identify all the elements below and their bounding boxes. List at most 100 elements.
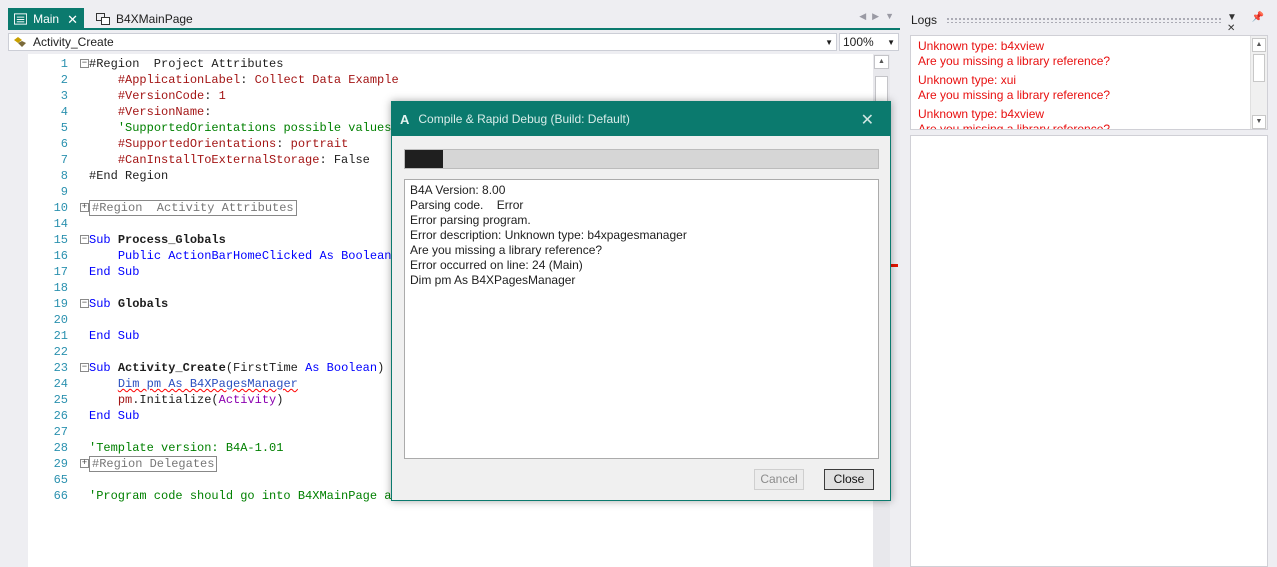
line-number: 19 [53, 297, 68, 311]
panel-splitter[interactable] [900, 0, 906, 567]
b4a-logo-icon: A [400, 111, 410, 127]
line-number: 6 [60, 137, 68, 151]
cancel-button[interactable]: Cancel [754, 469, 804, 490]
output-line: Dim pm As B4XPagesManager [410, 273, 576, 287]
logs-list[interactable]: Unknown type: b4xview Are you missing a l… [910, 35, 1268, 130]
code-text: #Region Activity Attributes [89, 200, 297, 216]
scroll-up-icon[interactable]: ▲ [874, 55, 889, 69]
code-token: Sub [89, 361, 118, 375]
code-line[interactable]: 1 − #Region Project Attributes [28, 56, 873, 72]
close-button[interactable]: Close [824, 469, 874, 490]
dialog-titlebar[interactable]: A Compile & Rapid Debug (Build: Default)… [392, 102, 890, 136]
sub-icon [14, 37, 26, 47]
line-number: 8 [60, 169, 68, 183]
error-marker[interactable] [890, 264, 898, 267]
code-token: : [240, 73, 255, 87]
code-text: #End Region [89, 168, 168, 184]
code-token: #ApplicationLabel [117, 73, 241, 87]
code-token: Process_Globals [117, 233, 226, 247]
tab-underline [8, 28, 900, 30]
code-token: : [204, 105, 212, 119]
scrollbar-thumb[interactable] [1253, 54, 1265, 82]
logs-window-controls[interactable]: ▼ 📌✕ [1227, 12, 1277, 34]
line-number: 18 [53, 281, 68, 295]
tab-main[interactable]: Main ✕ [8, 8, 84, 30]
line-number: 14 [53, 217, 68, 231]
code-text: Sub Globals [89, 296, 168, 312]
editor-margin [8, 54, 28, 567]
code-text: #SupportedOrientations: portrait [89, 136, 348, 152]
expand-icon[interactable]: + [80, 459, 89, 468]
output-line: B4A Version: 8.00 [410, 183, 506, 197]
code-token: #Region Project Attributes [89, 57, 284, 71]
expand-icon[interactable]: + [80, 203, 89, 212]
compile-progress-bar [404, 149, 879, 169]
line-number: 27 [53, 425, 68, 439]
line-number: 21 [53, 329, 68, 343]
log-entry: Are you missing a library reference? [918, 54, 1111, 68]
line-number: 29 [53, 457, 68, 471]
line-number: 7 [60, 153, 68, 167]
code-token: False [333, 153, 370, 167]
code-token: 1 [218, 89, 226, 103]
line-number: 1 [60, 57, 68, 71]
code-token: #VersionCode [117, 89, 205, 103]
output-line: Parsing code. Error [410, 198, 524, 212]
code-text: Public ActionBarHomeClicked As Boolean [89, 248, 392, 264]
code-text: Sub Activity_Create(FirstTime As Boolean… [89, 360, 384, 376]
line-number: 24 [53, 377, 68, 391]
line-number: 26 [53, 409, 68, 423]
code-token: 'Program code should go into B4XMainPage… [89, 489, 399, 503]
line-number: 22 [53, 345, 68, 359]
chevron-down-icon: ▼ [825, 38, 833, 47]
compile-output[interactable]: B4A Version: 8.00 Parsing code. Error Erro… [404, 179, 879, 459]
drag-grip[interactable] [946, 17, 1222, 23]
line-number: 9 [60, 185, 68, 199]
code-token: Sub [89, 233, 118, 247]
zoom-dropdown[interactable]: 100% ▼ [839, 33, 899, 51]
collapse-icon[interactable]: − [80, 363, 89, 372]
log-entry: Unknown type: xui [918, 73, 1017, 87]
code-token: .Initialize( [132, 393, 219, 407]
output-line: Error occurred on line: 24 (Main) [410, 258, 583, 272]
output-line: Are you missing a library reference? [410, 243, 603, 257]
class-module-icon [96, 13, 110, 25]
code-line[interactable]: 2 #ApplicationLabel: Collect Data Exampl… [28, 72, 873, 88]
module-subs-dropdown[interactable]: Activity_Create ▼ [8, 33, 837, 51]
code-token: pm [117, 393, 133, 407]
scroll-up-icon[interactable]: ▲ [1252, 38, 1266, 52]
code-text: 'Program code should go into B4XMainPage… [89, 488, 399, 504]
module-subs-value: Activity_Create [33, 35, 114, 49]
log-entry: Are you missing a library reference? [918, 88, 1111, 102]
scroll-down-icon[interactable]: ▼ [1252, 115, 1266, 129]
code-token: (FirstTime [225, 361, 306, 375]
collapse-icon[interactable]: − [80, 299, 89, 308]
close-icon[interactable]: ✕ [861, 110, 874, 130]
code-text: End Sub [89, 408, 139, 424]
code-token: #CanInstallToExternalStorage [117, 153, 320, 167]
line-number: 23 [53, 361, 68, 375]
logs-entries: Unknown type: b4xview Are you missing a l… [911, 39, 1267, 129]
zoom-value: 100% [843, 35, 874, 49]
code-token: Globals [117, 297, 169, 311]
close-icon[interactable]: ✕ [67, 13, 78, 26]
logs-output-area[interactable] [910, 135, 1268, 567]
module-icon [14, 13, 28, 25]
line-number: 17 [53, 265, 68, 279]
collapse-icon[interactable]: − [80, 59, 89, 68]
code-token: Sub [89, 297, 118, 311]
code-token: Activity [218, 393, 277, 407]
tab-scroll-controls[interactable]: ◀▶▼ [859, 11, 900, 22]
line-number: 5 [60, 121, 68, 135]
code-token: End Sub [89, 265, 140, 279]
collapse-icon[interactable]: − [80, 235, 89, 244]
line-number: 3 [60, 89, 68, 103]
code-token: Dim pm As B4XPagesManager [117, 377, 298, 391]
logs-scrollbar[interactable]: ▲ ▼ [1250, 36, 1267, 129]
tab-b4xmainpage[interactable]: B4XMainPage [90, 8, 200, 30]
code-text: #Region Project Attributes [89, 56, 283, 72]
